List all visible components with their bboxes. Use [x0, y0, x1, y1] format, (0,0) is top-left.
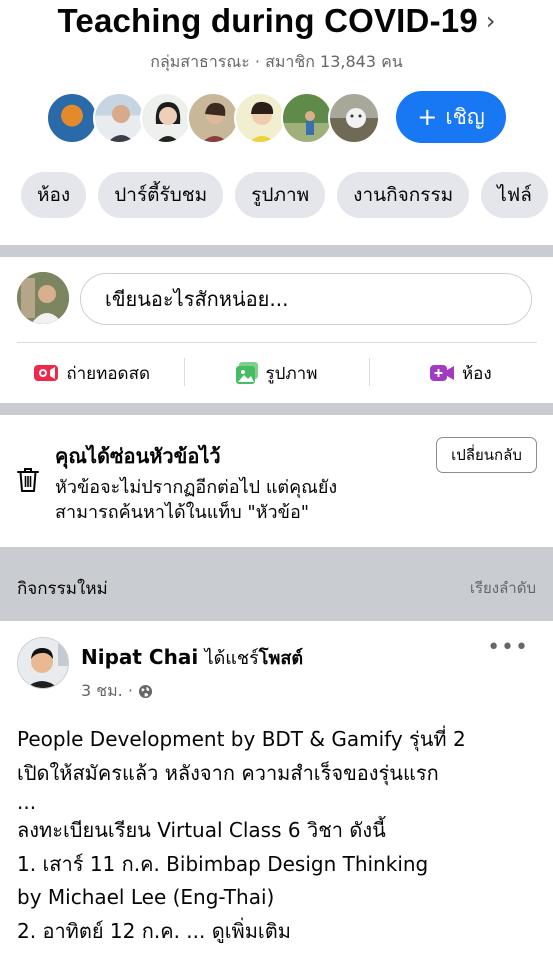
chevron-right-icon[interactable]: › — [486, 7, 496, 35]
post-meta: 3 ชม. · — [81, 679, 153, 704]
tab-events[interactable]: งานกิจกรรม — [337, 172, 470, 218]
tab-watch-party[interactable]: ปาร์ตี้รับชม — [98, 172, 224, 218]
invite-label: เชิญ — [445, 104, 485, 129]
avatar[interactable] — [187, 92, 239, 144]
post-line: ลงทะเบียนเรียน Virtual Class 6 วิชา ดังน… — [17, 818, 386, 842]
avatar[interactable] — [328, 92, 380, 144]
plus-icon: + — [417, 103, 438, 131]
group-tabs: ห้อง ปาร์ตี้รับชม รูปภาพ งานกิจกรรม ไฟล์ — [21, 172, 548, 218]
notice-body-line: สามารถค้นหาได้ในแท็บ "หัวข้อ" — [55, 502, 310, 523]
composer-actions: ถ่ายทอดสด รูปภาพ ห้อง — [0, 356, 553, 390]
live-video-label: ถ่ายทอดสด — [66, 363, 150, 384]
room-video-icon — [429, 365, 454, 381]
undo-button[interactable]: เปลี่ยนกลับ — [436, 437, 537, 473]
post-time[interactable]: 3 ชม. · — [81, 679, 133, 704]
divider — [17, 342, 537, 343]
tab-rooms[interactable]: ห้อง — [21, 172, 87, 218]
room-button[interactable]: ห้อง — [368, 356, 553, 390]
sort-button[interactable]: เรียงลำดับ — [470, 576, 536, 600]
live-video-button[interactable]: ถ่ายทอดสด — [0, 356, 184, 390]
member-avatars[interactable]: + เชิญ — [46, 90, 506, 146]
avatar[interactable] — [46, 92, 98, 144]
see-more-link[interactable]: ดูเพิ่มเติม — [212, 919, 291, 943]
globe-icon — [138, 684, 152, 699]
avatar[interactable] — [140, 92, 192, 144]
post-body: People Development by BDT & Gamify รุ่นท… — [17, 723, 547, 948]
post-action-prefix: ได้แชร์ — [204, 648, 259, 669]
invite-button[interactable]: + เชิญ — [396, 91, 506, 143]
photo-icon — [235, 362, 258, 384]
avatar[interactable] — [17, 637, 69, 689]
notice-body: หัวข้อจะไม่ปรากฏอีกต่อไป แต่คุณยัง สามาร… — [55, 475, 375, 525]
group-title-row[interactable]: Teaching during COVID-19 › — [0, 0, 553, 42]
feed-post: Nipat Chai ได้แชร์โพสต์ 3 ชม. · ••• Peop… — [0, 621, 553, 960]
avatar[interactable] — [281, 92, 333, 144]
post-action-link[interactable]: โพสต์ — [259, 648, 303, 669]
post-header: Nipat Chai ได้แชร์โพสต์ — [81, 643, 303, 672]
post-line: by Michael Lee (Eng-Thai) — [17, 885, 275, 909]
photo-label: รูปภาพ — [265, 363, 318, 384]
group-header: Teaching during COVID-19 › กลุ่มสาธารณะ ·… — [0, 0, 553, 245]
notice-title: คุณได้ซ่อนหัวข้อไว้ — [55, 444, 221, 468]
notice-body-line: หัวข้อจะไม่ปรากฏอีกต่อไป แต่คุณยัง — [55, 477, 338, 498]
post-action-text: ได้แชร์โพสต์ — [205, 648, 303, 669]
room-label: ห้อง — [461, 363, 492, 384]
post-line-text: 2. อาทิตย์ 12 ก.ค. ... — [17, 918, 206, 943]
avatar[interactable] — [93, 92, 145, 144]
section-divider — [0, 403, 553, 415]
group-title[interactable]: Teaching during COVID-19 — [57, 2, 477, 39]
post-line: เปิดให้สมัครแล้ว หลังจาก ความสำเร็จของรุ… — [17, 760, 439, 785]
post-line: 1. เสาร์ 11 ก.ค. Bibimbap Design Thinkin… — [17, 851, 429, 876]
live-video-icon — [34, 365, 59, 381]
photo-button[interactable]: รูปภาพ — [184, 356, 368, 390]
section-title: กิจกรรมใหม่ — [17, 579, 108, 599]
tab-files[interactable]: ไฟล์ — [481, 172, 548, 218]
post-author[interactable]: Nipat Chai — [81, 645, 198, 669]
post-line: People Development by BDT & Gamify รุ่นท… — [17, 727, 466, 751]
hidden-topic-notice: คุณได้ซ่อนหัวข้อไว้ หัวข้อจะไม่ปรากฏอีกต… — [0, 415, 553, 547]
trash-icon — [17, 468, 39, 492]
section-divider — [0, 245, 553, 257]
new-activity-bar: กิจกรรมใหม่ เรียงลำดับ — [0, 547, 553, 621]
more-options-icon[interactable]: ••• — [487, 635, 529, 660]
composer-input[interactable]: เขียนอะไรสักหน่อย... — [80, 273, 532, 325]
post-composer: เขียนอะไรสักหน่อย... ถ่ายทอดสด รูปภาพ ห้… — [0, 258, 553, 403]
avatar[interactable] — [234, 92, 286, 144]
post-line: 2. อาทิตย์ 12 ก.ค. ... ดูเพิ่มเติม — [17, 915, 547, 949]
group-meta: กลุ่มสาธารณะ · สมาชิก 13,843 คน — [150, 52, 403, 71]
tab-photos[interactable]: รูปภาพ — [235, 172, 326, 218]
avatar[interactable] — [17, 272, 69, 324]
post-line: ... — [17, 790, 37, 814]
